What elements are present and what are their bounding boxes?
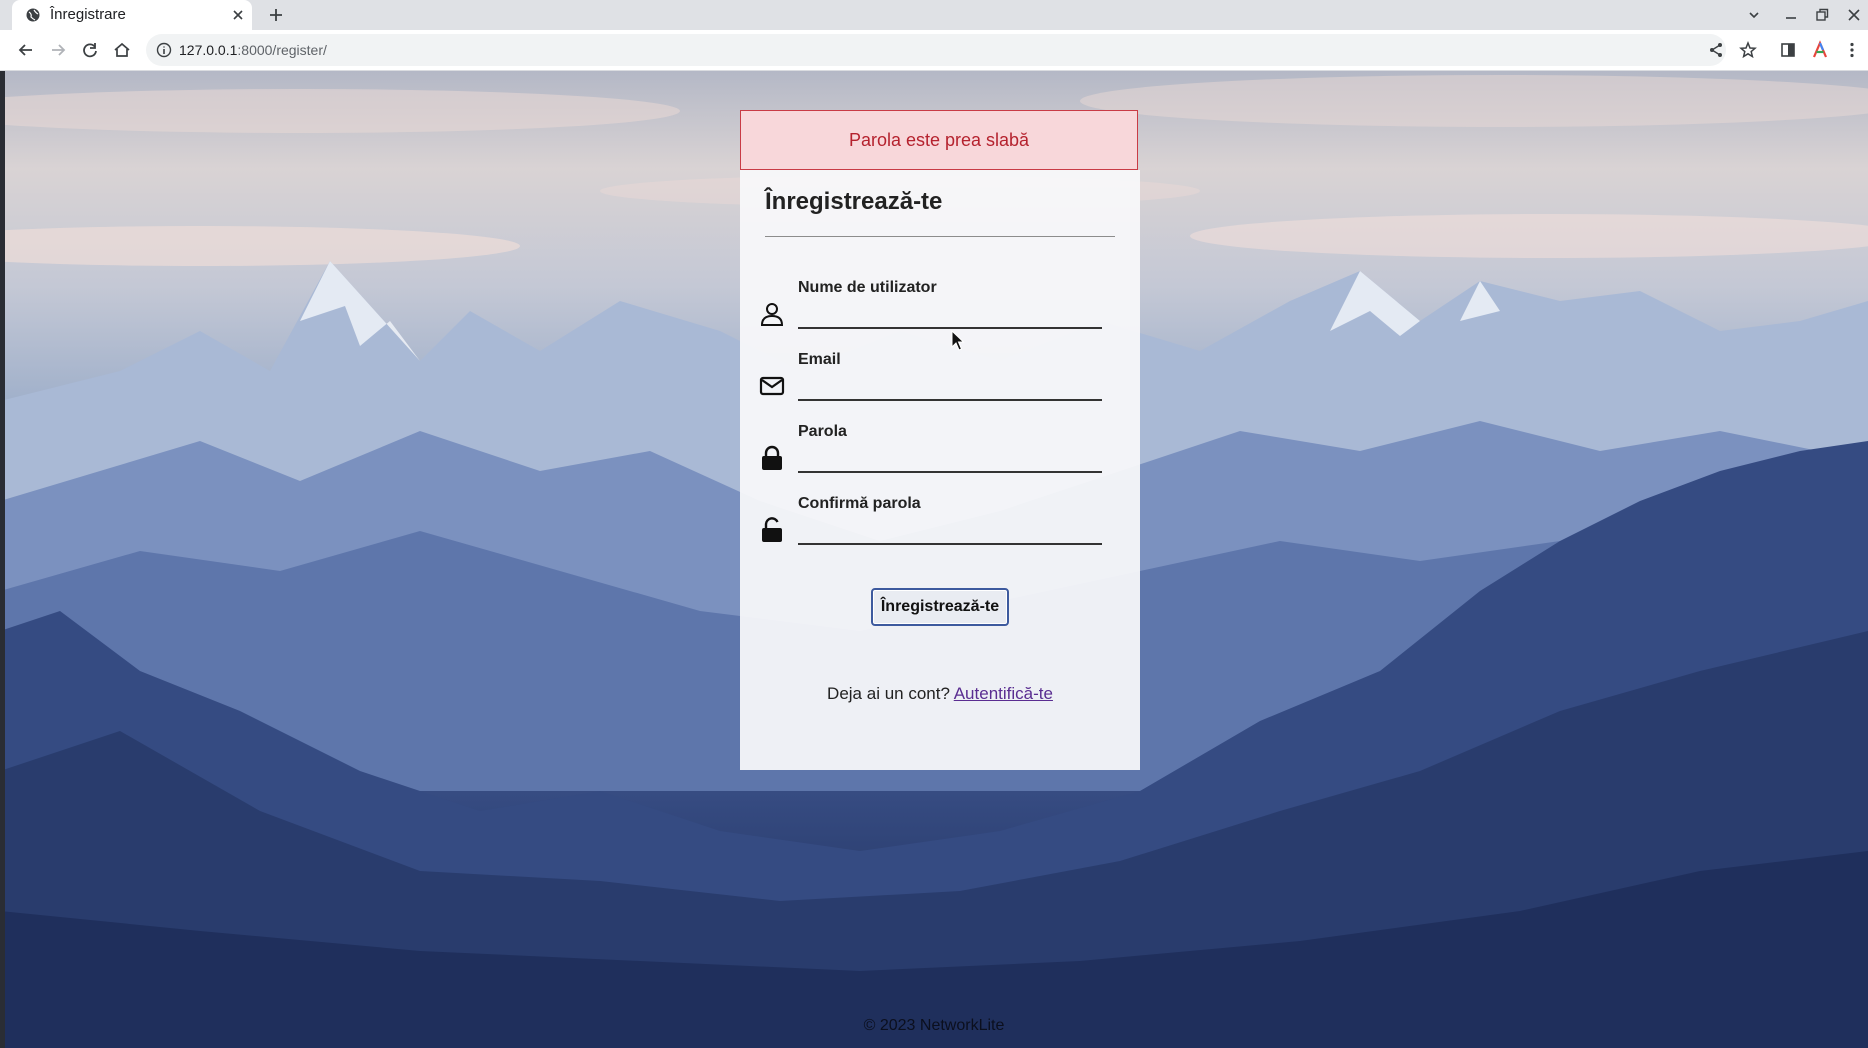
email-label: Email xyxy=(798,351,841,368)
home-icon[interactable] xyxy=(112,40,132,60)
share-icon[interactable] xyxy=(1706,40,1726,60)
forward-arrow-icon[interactable] xyxy=(48,40,68,60)
close-icon[interactable] xyxy=(230,7,246,23)
username-input[interactable] xyxy=(798,303,1102,329)
globe-icon xyxy=(26,8,40,22)
user-icon xyxy=(760,303,784,326)
confirm-password-label: Confirmă parola xyxy=(798,495,921,512)
url-path: :8000/register/ xyxy=(237,42,327,58)
lock-icon xyxy=(762,445,782,470)
menu-kebab-icon[interactable] xyxy=(1842,40,1862,60)
window-edge xyxy=(0,71,5,1048)
new-tab-icon[interactable] xyxy=(266,5,286,25)
signin-prompt-text: Deja ai un cont? xyxy=(827,684,950,703)
username-label: Nume de utilizator xyxy=(798,279,937,296)
bookmark-star-icon[interactable] xyxy=(1738,40,1758,60)
signin-prompt-row: Deja ai un cont? Autentifică-te xyxy=(740,684,1140,704)
close-window-icon[interactable] xyxy=(1845,6,1863,24)
email-field-group: Email xyxy=(755,351,1115,411)
site-info-icon[interactable] xyxy=(156,42,172,58)
password-field-group: Parola xyxy=(755,423,1115,483)
signin-link[interactable]: Autentifică-te xyxy=(954,684,1053,703)
title-divider xyxy=(765,236,1115,237)
reload-icon[interactable] xyxy=(80,40,100,60)
browser-tab[interactable]: Înregistrare xyxy=(12,0,252,30)
page-viewport: Parola este prea slabă Înregistrează-te … xyxy=(0,71,1868,1048)
tab-title: Înregistrare xyxy=(50,6,126,23)
browser-tab-bar: Înregistrare xyxy=(0,0,1868,30)
extension-a-icon[interactable] xyxy=(1810,40,1830,60)
back-arrow-icon[interactable] xyxy=(16,40,36,60)
address-bar[interactable]: 127.0.0.1:8000/register/ xyxy=(146,34,1726,66)
password-label: Parola xyxy=(798,423,847,440)
error-alert: Parola este prea slabă xyxy=(740,110,1138,170)
unlock-icon xyxy=(762,517,782,542)
email-input[interactable] xyxy=(798,375,1102,401)
url-text: 127.0.0.1:8000/register/ xyxy=(179,42,327,58)
tab-search-chevron-icon[interactable] xyxy=(1745,6,1763,24)
username-field-group: Nume de utilizator xyxy=(755,279,1115,339)
mouse-pointer-icon xyxy=(951,330,965,351)
register-button[interactable]: Înregistrează-te xyxy=(871,588,1009,626)
minimize-icon[interactable] xyxy=(1782,6,1800,24)
side-panel-icon[interactable] xyxy=(1778,40,1798,60)
footer-copyright: © 2023 NetworkLite xyxy=(863,1017,1005,1034)
envelope-icon xyxy=(759,376,785,396)
url-host: 127.0.0.1 xyxy=(179,42,238,58)
password-input[interactable] xyxy=(798,447,1102,473)
restore-icon[interactable] xyxy=(1813,6,1831,24)
form-title: Înregistrează-te xyxy=(765,188,943,215)
browser-toolbar: 127.0.0.1:8000/register/ xyxy=(0,30,1868,71)
confirm-password-field-group: Confirmă parola xyxy=(755,495,1115,555)
confirm-password-input[interactable] xyxy=(798,519,1102,545)
register-card: Înregistrează-te Nume de utilizator Emai… xyxy=(740,170,1140,770)
